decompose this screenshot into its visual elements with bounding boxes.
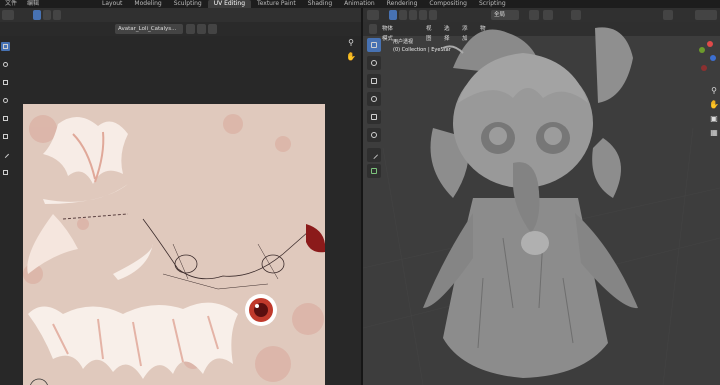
workspace-tabs: Layout Modeling Sculpting UV Editing Texture… — [96, 0, 512, 8]
tab-sculpting[interactable]: Sculpting — [168, 0, 208, 8]
editor-type-icon[interactable] — [2, 10, 14, 20]
view-toggle-icon[interactable] — [345, 24, 357, 34]
select-mode-icon[interactable] — [33, 10, 41, 20]
uv-editor-header — [0, 8, 361, 22]
pin-icon[interactable] — [219, 24, 228, 34]
uv-texture-image — [23, 104, 325, 385]
tab-shading[interactable]: Shading — [302, 0, 338, 8]
tab-texture-paint[interactable]: Texture Paint — [251, 0, 302, 8]
scale-tool-icon[interactable] — [1, 114, 10, 123]
select-tool-icon[interactable] — [1, 42, 10, 51]
cursor-tool-icon[interactable] — [1, 60, 10, 69]
tab-uv-editing[interactable]: UV Editing — [207, 0, 252, 8]
pan-hand-icon[interactable]: ✋ — [346, 52, 356, 62]
uv-editor[interactable]: Avatar_Loli_Catalys... ⚲ ✋ — [0, 8, 361, 385]
move-tool-icon[interactable] — [1, 78, 10, 87]
texture-artwork — [23, 104, 325, 385]
grab-tool-icon[interactable] — [1, 168, 10, 177]
tab-rendering[interactable]: Rendering — [381, 0, 424, 8]
tab-modeling[interactable]: Modeling — [128, 0, 167, 8]
select-mode-2-icon[interactable] — [43, 10, 51, 20]
zoom-icon[interactable]: ⚲ — [346, 38, 356, 48]
folder-icon[interactable] — [197, 24, 206, 34]
uv-editor-subheader: Avatar_Loli_Catalys... — [0, 22, 361, 36]
close-icon[interactable] — [208, 24, 217, 34]
tab-scripting[interactable]: Scripting — [473, 0, 512, 8]
3d-viewport[interactable]: 全局 物体模式 视图 选择 添加 物体 用户透视 (0) Collection … — [363, 8, 720, 385]
menu-edit[interactable]: 编辑 — [22, 0, 44, 8]
uv-toolbar — [0, 36, 10, 385]
annotate-tool-icon[interactable] — [1, 150, 10, 159]
tab-layout[interactable]: Layout — [96, 0, 128, 8]
top-bar: 文件 编辑 Layout Modeling Sculpting UV Editing Te… — [0, 0, 720, 8]
tab-compositing[interactable]: Compositing — [423, 0, 473, 8]
image-name: Avatar_Loli_Catalys... — [118, 26, 177, 32]
copy-icon[interactable] — [186, 24, 195, 34]
menu-file[interactable]: 文件 — [0, 0, 22, 8]
rotate-tool-icon[interactable] — [1, 96, 10, 105]
select-mode-3-icon[interactable] — [53, 10, 61, 20]
image-selector[interactable]: Avatar_Loli_Catalys... — [115, 24, 183, 34]
transform-tool-icon[interactable] — [1, 132, 10, 141]
tab-animation[interactable]: Animation — [338, 0, 381, 8]
character-model — [363, 27, 720, 385]
